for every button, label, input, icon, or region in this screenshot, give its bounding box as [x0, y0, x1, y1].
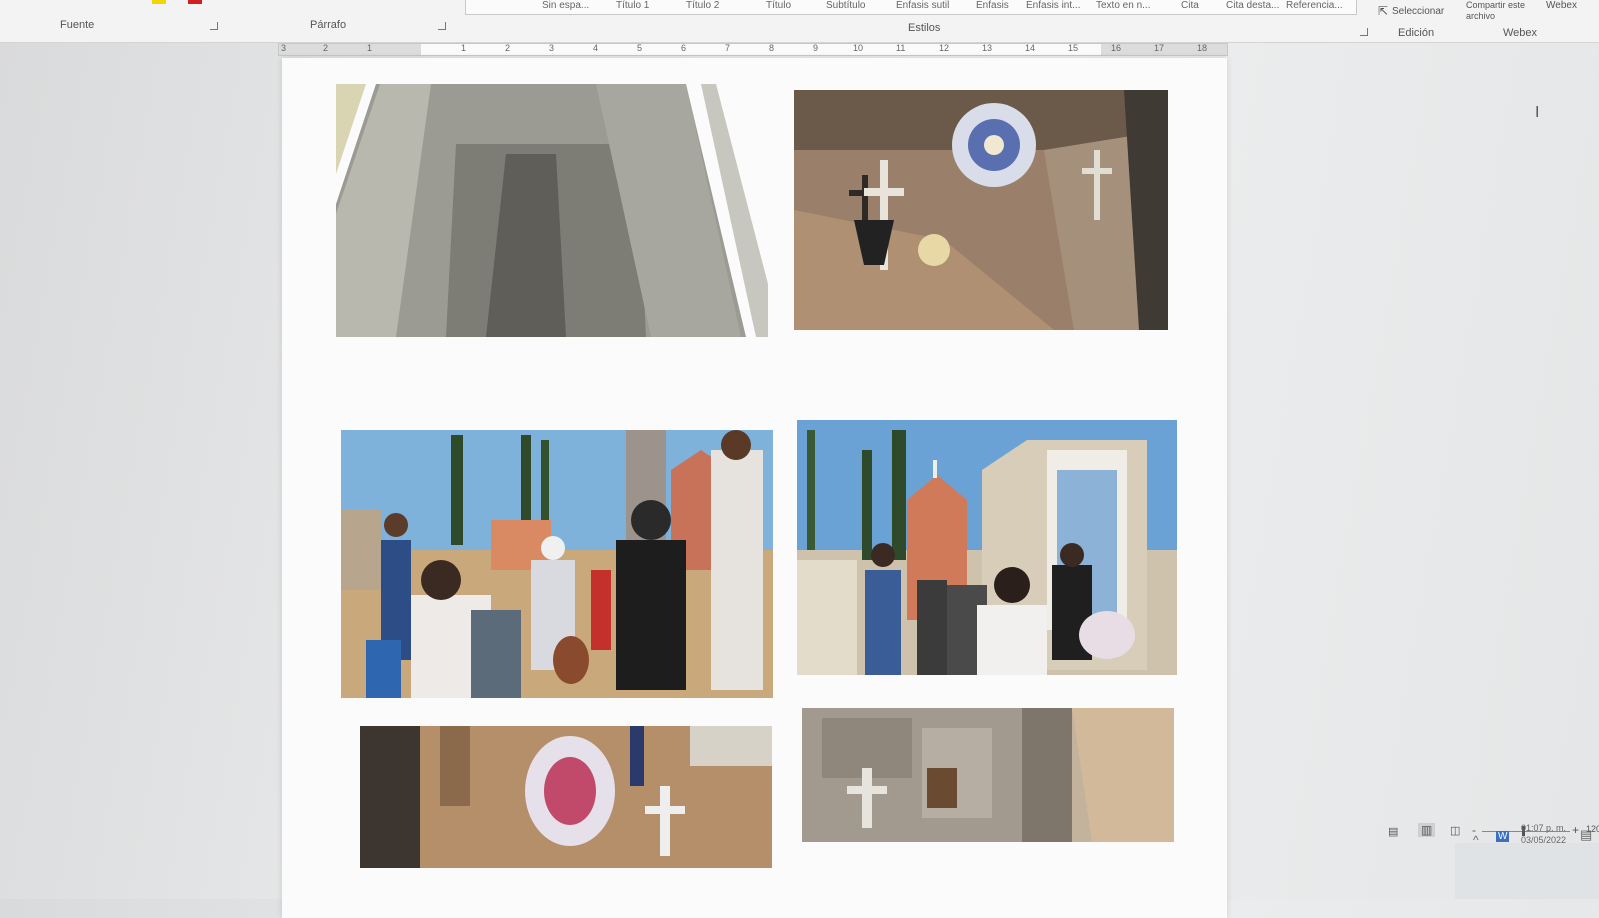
styles-gallery[interactable]: Sin espa... Título 1 Título 2 Título Sub…	[465, 0, 1357, 15]
grave-flowers-photo[interactable]	[360, 726, 772, 868]
ruler-number: 12	[939, 43, 950, 53]
concrete-crypt-graphic	[336, 84, 768, 337]
language-icon[interactable]: W	[1496, 831, 1510, 842]
style-item[interactable]: Énfasis	[976, 0, 1009, 11]
zoom-in-icon[interactable]: +	[1572, 823, 1579, 837]
ruler-number: 8	[769, 43, 775, 53]
ruler-number: 7	[725, 43, 731, 53]
crypt-wall-graphic	[802, 708, 1174, 842]
parrafo-launcher-icon[interactable]	[438, 22, 446, 30]
font-color-swatch[interactable]	[188, 0, 202, 4]
clock-time[interactable]: 01:07 p. m.	[1521, 823, 1566, 833]
ruler-number: 1	[367, 43, 373, 53]
style-item[interactable]: Texto en n...	[1096, 0, 1150, 11]
grave-wreath-graphic	[794, 90, 1168, 330]
ruler-number: 3	[549, 43, 555, 53]
ruler-number: 13	[982, 43, 993, 53]
seleccionar-button[interactable]: Seleccionar	[1392, 6, 1444, 17]
compartir-button[interactable]: Compartir este archivo	[1466, 0, 1536, 22]
fuente-launcher-icon[interactable]	[210, 22, 218, 30]
ruler-number: 6	[681, 43, 687, 53]
ruler-number: 2	[505, 43, 511, 53]
cemetery-people-photo[interactable]	[341, 430, 773, 698]
read-mode-icon[interactable]: ▤	[1388, 825, 1398, 838]
style-item[interactable]: Subtítulo	[826, 0, 865, 11]
ruler-number: 3	[281, 43, 287, 53]
ruler-number: 9	[813, 43, 819, 53]
style-item[interactable]: Cita desta...	[1226, 0, 1279, 11]
style-item[interactable]: Cita	[1181, 0, 1199, 11]
grave-wreath-photo[interactable]	[794, 90, 1168, 330]
style-item[interactable]: Sin espa...	[542, 0, 589, 11]
estilos-launcher-icon[interactable]	[1360, 28, 1368, 36]
cursor-arrow-icon: ⇱	[1378, 4, 1389, 18]
ruler-number: 17	[1154, 43, 1165, 53]
ruler-number: 5	[637, 43, 643, 53]
cemetery-people-graphic	[341, 430, 773, 698]
ribbon: Fuente Párrafo Sin espa... Título 1 Títu…	[0, 0, 1599, 43]
ruler-number: 15	[1068, 43, 1079, 53]
ribbon-group-edicion: Edición	[1398, 27, 1435, 39]
ruler-number: 11	[896, 43, 906, 53]
ribbon-group-webex: Webex	[1503, 27, 1538, 39]
ruler-number: 18	[1197, 43, 1208, 53]
ribbon-group-estilos: Estilos	[908, 22, 941, 34]
cemetery-chapel-graphic	[797, 420, 1177, 675]
text-cursor-icon: I	[1535, 104, 1540, 121]
highlight-color-swatch[interactable]	[152, 0, 166, 4]
ruler-number: 16	[1111, 43, 1122, 53]
style-item[interactable]: Énfasis int...	[1026, 0, 1080, 11]
concrete-crypt-photo[interactable]	[336, 84, 768, 337]
style-item[interactable]: Referencia...	[1286, 0, 1343, 11]
print-layout-icon[interactable]: ▥	[1418, 823, 1436, 837]
document-page[interactable]	[282, 58, 1227, 918]
notification-icon[interactable]: ▤	[1580, 827, 1592, 843]
ruler-number: 2	[323, 43, 329, 53]
ruler-number: 4	[593, 43, 599, 53]
cemetery-chapel-photo[interactable]	[797, 420, 1177, 675]
ruler-number: 1	[461, 43, 467, 53]
style-item[interactable]: Énfasis sutil	[896, 0, 949, 11]
ruler-number: 14	[1025, 43, 1036, 53]
style-item[interactable]: Título 1	[616, 0, 649, 11]
taskbar-tray: ^ W 01:07 p. m. 03/05/2022 ▤	[1455, 823, 1599, 899]
web-layout-icon[interactable]: ◫	[1450, 824, 1460, 837]
grave-flowers-graphic	[360, 726, 772, 868]
ruler-number: 10	[853, 43, 864, 53]
ruler-text-area	[421, 44, 1101, 55]
style-item[interactable]: Título 2	[686, 0, 719, 11]
crypt-wall-photo[interactable]	[802, 708, 1174, 842]
chevron-up-icon[interactable]: ^	[1473, 833, 1479, 847]
clock-date[interactable]: 03/05/2022	[1521, 835, 1566, 845]
ribbon-group-fuente: Fuente	[60, 19, 95, 31]
style-item[interactable]: Título	[766, 0, 791, 11]
ribbon-group-parrafo: Párrafo	[310, 19, 347, 31]
horizontal-ruler[interactable]: 3 2 1 1 2 3 4 5 6 7 8 9 10 11 12 13 14 1…	[278, 43, 1228, 56]
webex-button[interactable]: Webex	[1546, 0, 1577, 11]
